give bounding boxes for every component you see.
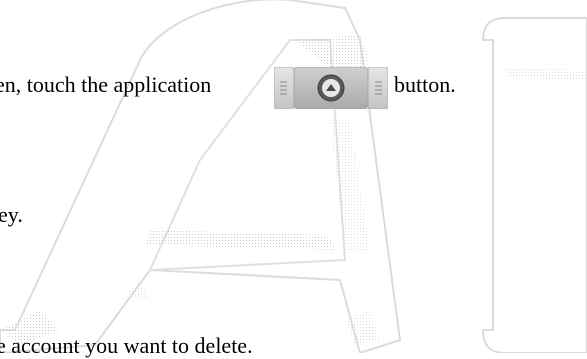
instruction-line-2: ey. xyxy=(0,202,23,227)
instruction-line-1: en, touch the application xyxy=(0,72,211,98)
watermark-logo xyxy=(0,0,587,353)
instruction-line-1-text: en, touch the application xyxy=(0,72,212,97)
app-launcher-up-arrow-icon xyxy=(317,74,345,102)
instruction-line-3: e account you want to delete. xyxy=(0,333,253,358)
application-button[interactable] xyxy=(274,67,388,109)
instruction-line-1-suffix: button. xyxy=(394,72,456,97)
watermark-letter-i xyxy=(481,17,587,353)
